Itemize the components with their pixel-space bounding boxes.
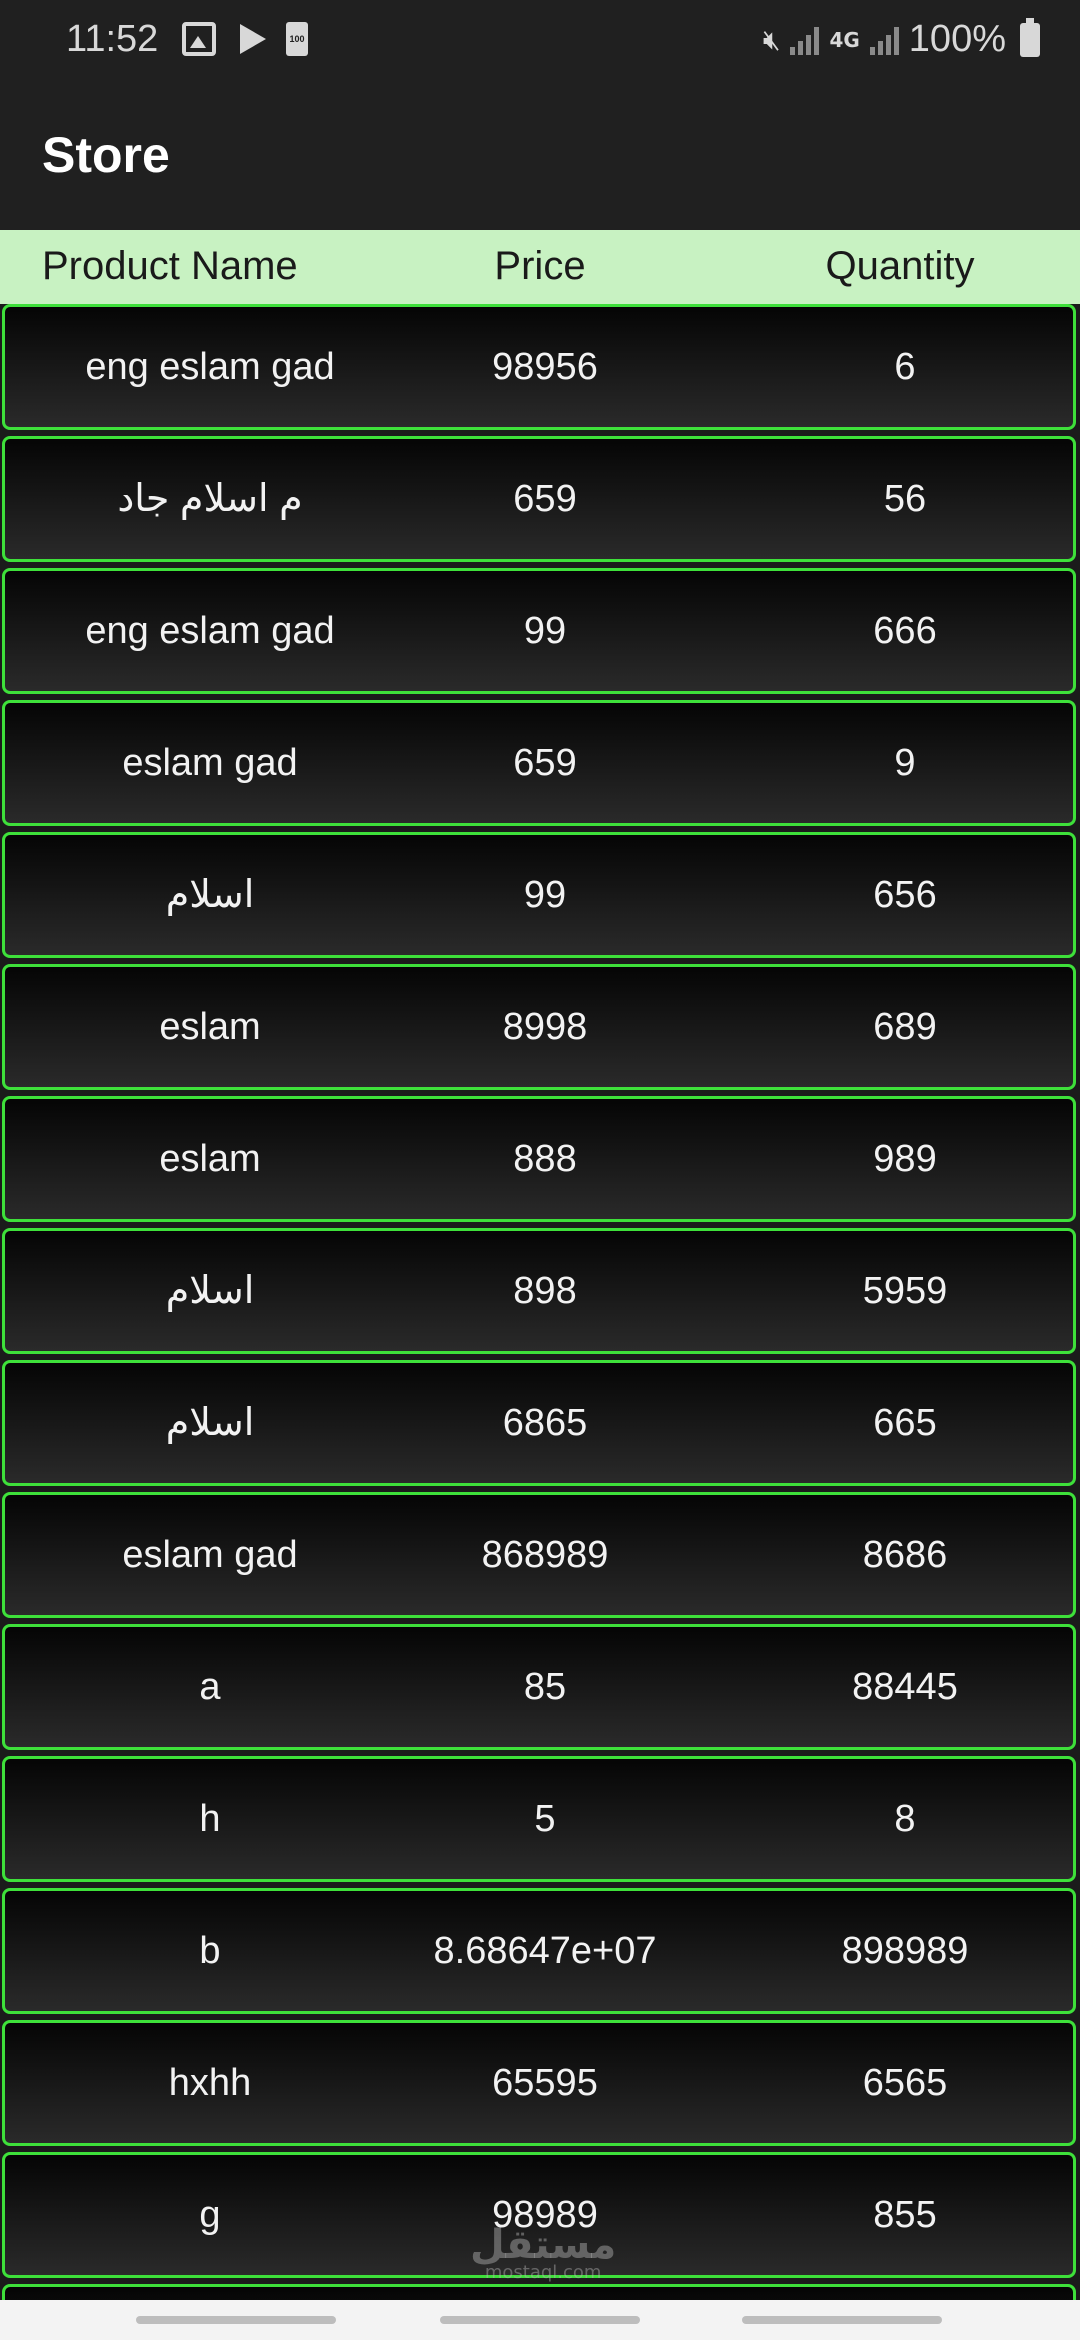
quantity-cell: 855 [873, 2194, 937, 2236]
price-cell: 65595 [492, 2062, 598, 2104]
table-row[interactable]: اسلام 898 5959 [2, 1228, 1076, 1354]
signal-icon [790, 25, 820, 55]
table-row[interactable]: a 85 88445 [2, 1624, 1076, 1750]
table-header: Product Name Price Quantity [0, 230, 1080, 304]
status-notification-icons: 100 [182, 22, 308, 56]
page-title: Store [42, 127, 170, 183]
quantity-cell: 6 [894, 346, 916, 388]
watermark-latin: mostaql.com [484, 2262, 602, 2283]
system-navigation-bar [0, 2300, 1080, 2340]
network-4g-icon: 4G [829, 27, 860, 52]
play-store-icon [234, 22, 268, 56]
nav-recents-button[interactable] [136, 2316, 336, 2324]
app-root: 11:52 100 🔇︎ 4G 100% Store Product Name … [0, 0, 1080, 2340]
quantity-cell: 6565 [862, 2062, 948, 2104]
table-row[interactable]: اسلام 99 656 [2, 832, 1076, 958]
status-bar: 11:52 100 🔇︎ 4G 100% [0, 0, 1080, 84]
quantity-cell: 666 [873, 610, 937, 652]
table-row[interactable]: eslam gad 659 9 [2, 700, 1076, 826]
status-system-icons: 🔇︎ 4G 100% [762, 17, 1040, 61]
price-cell: 99 [523, 610, 567, 652]
price-cell: 85 [523, 1666, 567, 1708]
quantity-cell: 56 [883, 478, 927, 520]
quantity-cell: 898989 [841, 1930, 969, 1972]
quantity-cell: 5959 [862, 1270, 948, 1312]
quantity-cell: 665 [873, 1402, 937, 1444]
table-row[interactable]: eng eslam gad 98956 6 [2, 304, 1076, 430]
quantity-cell: 8 [894, 1798, 916, 1840]
table-row[interactable]: م اسلام جاد 659 56 [2, 436, 1076, 562]
watermark-logo: مستقل mostaql.com [470, 2222, 616, 2283]
quantity-cell: 9 [894, 742, 916, 784]
price-cell: 659 [513, 478, 577, 520]
quantity-cell: 989 [873, 1138, 937, 1180]
table-row[interactable]: b 8.68647e+07 898989 [2, 1888, 1076, 2014]
table-row[interactable]: eslam 8998 689 [2, 964, 1076, 1090]
gallery-icon [182, 22, 216, 56]
quantity-cell: 656 [873, 874, 937, 916]
column-header-quantity: Quantity [825, 244, 975, 288]
mute-icon: 🔇︎ [762, 22, 781, 56]
price-cell: 868989 [481, 1534, 609, 1576]
table-row[interactable]: eslam gad 868989 8686 [2, 1492, 1076, 1618]
app-bar: Store [0, 84, 1080, 230]
price-cell: 8998 [502, 1006, 588, 1048]
table-row[interactable]: hxhh 65595 6565 [2, 2020, 1076, 2146]
table-row[interactable]: eslam 888 989 [2, 1096, 1076, 1222]
price-cell: 898 [513, 1270, 577, 1312]
column-header-price: Price [494, 244, 586, 288]
price-cell: 98956 [492, 346, 598, 388]
price-cell: 6865 [502, 1402, 588, 1444]
quantity-cell: 8686 [862, 1534, 948, 1576]
table-row[interactable]: eng eslam gad 99 666 [2, 568, 1076, 694]
battery-icon [1020, 17, 1040, 57]
price-cell: 8.68647e+07 [433, 1930, 657, 1972]
signal-icon [869, 25, 899, 55]
price-cell: 99 [523, 874, 567, 916]
table-row[interactable]: اسلام 6865 665 [2, 1360, 1076, 1486]
battery-saver-icon: 100 [286, 22, 308, 56]
price-cell: 888 [513, 1138, 577, 1180]
quantity-cell: 689 [873, 1006, 937, 1048]
price-cell: 659 [513, 742, 577, 784]
battery-percent: 100% [908, 18, 1006, 60]
column-header-product-name: Product Name [42, 244, 298, 288]
table-row[interactable]: h58 [2, 1756, 1076, 1882]
nav-back-button[interactable] [742, 2316, 942, 2324]
price-cell: 5 [534, 1798, 556, 1840]
status-time: 11:52 [66, 18, 159, 60]
nav-home-button[interactable] [440, 2316, 640, 2324]
quantity-cell: 88445 [852, 1666, 958, 1708]
